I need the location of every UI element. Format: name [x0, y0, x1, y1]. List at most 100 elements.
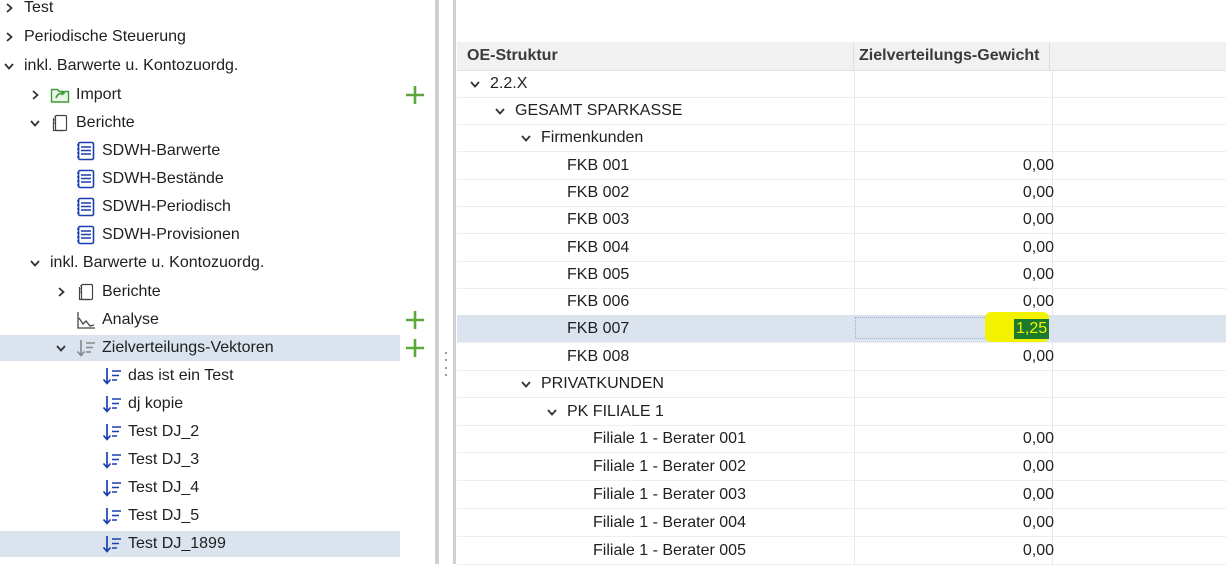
tree-item-label: Test DJ_1899 — [128, 535, 226, 552]
tree-item-zielverteilungs-vektoren[interactable]: Zielverteilungs-Vektoren — [0, 335, 400, 361]
tree-item-test[interactable]: Test — [0, 0, 430, 21]
tree-item-vector[interactable]: Test DJ_3 — [0, 447, 430, 473]
oe-name: PRIVATKUNDEN — [541, 375, 664, 392]
weight-value[interactable]: 0,00 — [954, 152, 1054, 179]
weight-edit-value[interactable]: 1,25 — [1014, 319, 1050, 339]
grid-row-group[interactable]: GESAMT SPARKASSE — [457, 97, 1226, 125]
tree-item-sdwh-barwerte[interactable]: SDWH-Barwerte — [0, 138, 430, 164]
tree-item-label: Test DJ_5 — [128, 507, 200, 524]
chevron-right-icon[interactable] — [2, 0, 16, 21]
grid-row[interactable]: FKB 005 0,00 — [457, 261, 1226, 289]
oe-name: FKB 005 — [567, 266, 630, 283]
tree-item-inkl-barwerte[interactable]: inkl. Barwerte u. Kontozuordg. — [0, 53, 430, 79]
sort-descending-icon — [76, 338, 96, 358]
weight-value[interactable]: 0,00 — [954, 343, 1054, 370]
chevron-down-icon[interactable] — [468, 70, 482, 97]
chevron-down-icon[interactable] — [2, 53, 16, 79]
oe-name: FKB 002 — [567, 184, 630, 201]
column-header-oe-struktur[interactable]: OE-Struktur — [467, 42, 558, 70]
splitter-grip-icon[interactable] — [444, 352, 448, 376]
chevron-right-icon[interactable] — [28, 82, 42, 108]
chevron-down-icon[interactable] — [28, 250, 42, 276]
weight-value[interactable]: 0,00 — [954, 425, 1054, 452]
oe-name: FKB 007 — [567, 320, 630, 337]
tree-item-sdwh-periodisch[interactable]: SDWH-Periodisch — [0, 194, 430, 220]
weight-value[interactable]: 0,00 — [954, 288, 1054, 315]
grid-row[interactable]: Filiale 1 - Berater 003 0,00 — [457, 481, 1226, 509]
tree-item-label: Test DJ_4 — [128, 479, 200, 496]
tree-item-label: Analyse — [102, 311, 159, 328]
tree-item-vector[interactable]: Test DJ_4 — [0, 475, 430, 501]
grid-row[interactable]: FKB 002 0,00 — [457, 179, 1226, 207]
tree-item-label: SDWH-Periodisch — [102, 198, 231, 215]
grid-row[interactable]: FKB 001 0,00 — [457, 152, 1226, 180]
tree-item-analyse[interactable]: Analyse — [0, 307, 430, 333]
tree-item-label: SDWH-Provisionen — [102, 226, 240, 243]
weight-value[interactable]: 0,00 — [954, 234, 1054, 261]
weight-value[interactable]: 0,00 — [954, 481, 1054, 508]
oe-name: FKB 006 — [567, 293, 630, 310]
grid-row[interactable]: FKB 003 0,00 — [457, 206, 1226, 234]
tree-item-import[interactable]: Import — [0, 82, 430, 108]
grid-row[interactable]: FKB 008 0,00 — [457, 343, 1226, 371]
grid-row[interactable]: Filiale 1 - Berater 004 0,00 — [457, 509, 1226, 537]
weight-value[interactable]: 0,00 — [954, 179, 1054, 206]
weight-value[interactable]: 0,00 — [954, 453, 1054, 480]
chevron-right-icon[interactable] — [2, 24, 16, 50]
report-document-icon — [76, 141, 96, 161]
chevron-down-icon[interactable] — [493, 97, 507, 124]
grid-row[interactable]: Filiale 1 - Berater 005 0,00 — [457, 537, 1226, 565]
tree-item-berichte[interactable]: Berichte — [0, 110, 430, 136]
tree-item-label: das ist ein Test — [128, 367, 234, 384]
add-icon[interactable] — [404, 337, 426, 359]
column-divider[interactable] — [853, 42, 854, 70]
tree-item-label: Periodische Steuerung — [24, 28, 186, 45]
tree-item-inkl-barwerte-sub[interactable]: inkl. Barwerte u. Kontozuordg. — [0, 250, 430, 276]
weight-value[interactable]: 0,00 — [954, 537, 1054, 564]
tree-item-vector[interactable]: das ist ein Test — [0, 363, 430, 389]
tree-item-vector[interactable]: Test DJ_2 — [0, 419, 430, 445]
tree-item-vector[interactable]: Test DJ_5 — [0, 503, 430, 529]
oe-name: GESAMT SPARKASSE — [515, 102, 683, 119]
add-icon[interactable] — [404, 84, 426, 106]
chevron-down-icon[interactable] — [519, 124, 533, 151]
splitter-border — [453, 0, 456, 564]
pane-splitter[interactable] — [432, 0, 456, 564]
sort-descending-icon — [102, 366, 122, 386]
weight-value[interactable]: 0,00 — [954, 509, 1054, 536]
grid-row-group[interactable]: Firmenkunden — [457, 124, 1226, 152]
grid-row-group[interactable]: PK FILIALE 1 — [457, 398, 1226, 426]
column-header-zielverteilungs-gewicht[interactable]: Zielverteilungs-Gewicht — [859, 42, 1039, 70]
tree-item-berichte-sub[interactable]: Berichte — [0, 279, 430, 305]
tree-item-label: Test DJ_3 — [128, 451, 200, 468]
grid-row-selected[interactable]: FKB 007 — [457, 315, 1226, 343]
column-divider[interactable] — [1049, 42, 1050, 70]
weight-value[interactable]: 0,00 — [954, 261, 1054, 288]
tree-item-vector[interactable]: dj kopie — [0, 391, 430, 417]
oe-name: FKB 003 — [567, 211, 630, 228]
oe-name: PK FILIALE 1 — [567, 403, 664, 420]
report-document-icon — [76, 169, 96, 189]
tree-item-sdwh-bestaende[interactable]: SDWH-Bestände — [0, 166, 430, 192]
tree-item-periodische-steuerung[interactable]: Periodische Steuerung — [0, 24, 430, 50]
grid-row[interactable]: FKB 004 0,00 — [457, 234, 1226, 262]
sort-descending-icon — [102, 478, 122, 498]
grid-row[interactable]: FKB 006 0,00 — [457, 288, 1226, 316]
tree-item-vector-selected[interactable]: Test DJ_1899 — [0, 531, 400, 557]
chevron-down-icon[interactable] — [28, 110, 42, 136]
grid-row[interactable]: Filiale 1 - Berater 001 0,00 — [457, 425, 1226, 453]
grid-row-group[interactable]: 2.2.X — [457, 70, 1226, 98]
chevron-down-icon[interactable] — [545, 398, 559, 425]
tree-item-sdwh-provisionen[interactable]: SDWH-Provisionen — [0, 222, 430, 248]
chevron-down-icon[interactable] — [54, 335, 68, 361]
tree-item-label: Test — [24, 0, 54, 16]
report-document-icon — [76, 225, 96, 245]
chevron-right-icon[interactable] — [54, 279, 68, 305]
grid-row[interactable]: Filiale 1 - Berater 002 0,00 — [457, 453, 1226, 481]
add-icon[interactable] — [404, 309, 426, 331]
tree-item-label: Import — [76, 86, 122, 103]
grid-row-group[interactable]: PRIVATKUNDEN — [457, 370, 1226, 398]
weight-value[interactable]: 0,00 — [954, 206, 1054, 233]
oe-name: FKB 004 — [567, 239, 630, 256]
chevron-down-icon[interactable] — [519, 370, 533, 397]
